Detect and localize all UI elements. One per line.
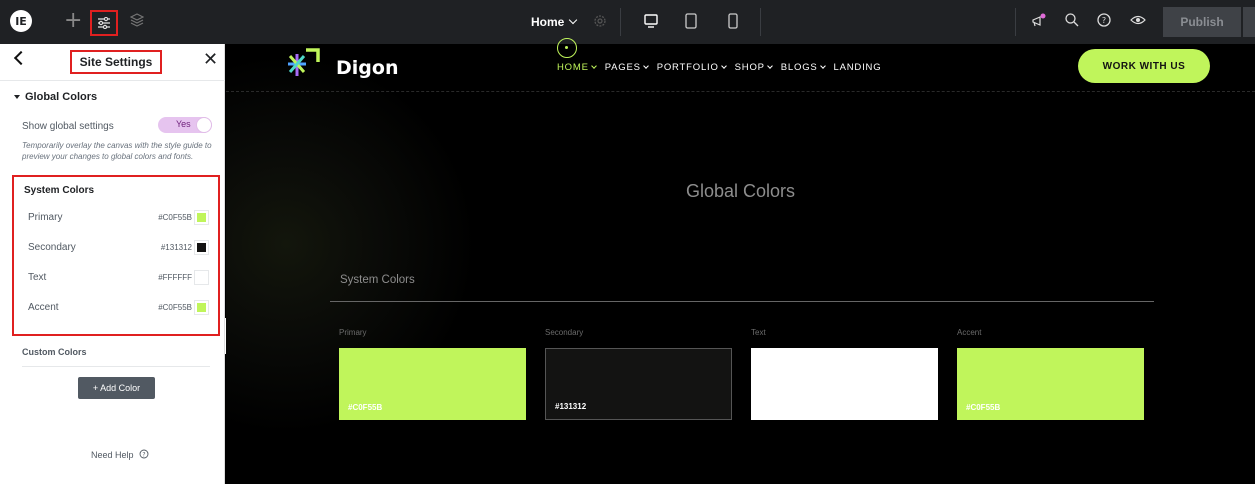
- swatch-block: #131312: [545, 348, 732, 420]
- desktop-device-icon[interactable]: [643, 13, 659, 34]
- site-brand-name[interactable]: Digon: [336, 57, 398, 79]
- svg-text:?: ?: [1102, 16, 1106, 25]
- system-colors-group: System Colors Primary #C0F55B Secondary …: [12, 175, 220, 336]
- panel-title: Site Settings: [70, 50, 162, 74]
- active-nav-indicator-icon: [557, 38, 577, 58]
- show-global-settings-label: Show global settings: [22, 121, 114, 132]
- site-logo-icon[interactable]: [284, 44, 324, 89]
- chevron-down-icon: [642, 63, 649, 69]
- nav-item-blogs[interactable]: BLOGS: [781, 62, 826, 73]
- nav-item-portfolio[interactable]: PORTFOLIO: [657, 62, 727, 73]
- notifications-megaphone-icon[interactable]: [1030, 12, 1048, 35]
- divider: [330, 301, 1154, 302]
- help-icon[interactable]: ?: [1096, 12, 1112, 33]
- site-settings-button[interactable]: [90, 10, 118, 36]
- chevron-down-icon: [766, 63, 773, 69]
- publish-button[interactable]: Publish: [1163, 7, 1241, 37]
- divider: [620, 8, 621, 36]
- site-nav: HOME PAGES PORTFOLIO SHOP BLOGS LANDING: [557, 62, 881, 73]
- color-swatch[interactable]: [194, 240, 209, 255]
- divider: [760, 8, 761, 36]
- chevron-down-icon: [720, 63, 727, 69]
- tablet-device-icon[interactable]: [684, 13, 698, 34]
- swatch-text: Text: [751, 328, 938, 420]
- toggle-knob: [196, 117, 212, 133]
- add-color-button[interactable]: + Add Color: [78, 377, 155, 399]
- help-description: Temporarily overlay the canvas with the …: [22, 141, 212, 161]
- page-settings-gear-icon[interactable]: [592, 13, 608, 34]
- page-selector[interactable]: Home: [531, 15, 578, 29]
- color-swatch[interactable]: [194, 210, 209, 225]
- chevron-down-icon: [569, 15, 578, 25]
- nav-item-landing[interactable]: LANDING: [834, 62, 882, 73]
- custom-colors-title: Custom Colors: [22, 347, 87, 357]
- swatch-secondary: Secondary #131312: [545, 328, 732, 420]
- global-colors-heading: Global Colors: [685, 181, 796, 201]
- color-row-secondary[interactable]: Secondary #131312: [14, 238, 218, 258]
- swatch-block: #C0F55B: [957, 348, 1144, 420]
- publish-options-button[interactable]: [1243, 7, 1255, 37]
- structure-icon[interactable]: [129, 13, 145, 32]
- swatch-accent: Accent #C0F55B: [957, 328, 1144, 420]
- system-colors-title: System Colors: [24, 185, 95, 196]
- divider: [1015, 8, 1016, 36]
- divider: [0, 80, 225, 81]
- svg-text:?: ?: [142, 451, 145, 458]
- color-swatch[interactable]: [194, 300, 209, 315]
- swatch-block: [751, 348, 938, 420]
- swatch-block: #C0F55B: [339, 348, 526, 420]
- work-with-us-button[interactable]: WORK WITH US: [1078, 49, 1210, 83]
- editor-topbar: IE + Home ? Publish: [0, 0, 1255, 44]
- add-element-icon[interactable]: +: [64, 9, 82, 33]
- swatch-primary: Primary #C0F55B: [339, 328, 526, 420]
- search-icon[interactable]: [1064, 12, 1080, 33]
- nav-item-pages[interactable]: PAGES: [605, 62, 649, 73]
- close-icon[interactable]: ✕: [203, 50, 218, 70]
- chevron-down-icon: [819, 63, 826, 69]
- chevron-down-icon: [590, 63, 597, 69]
- sliders-icon: [98, 17, 110, 29]
- elementor-logo-icon[interactable]: IE: [10, 10, 32, 32]
- preview-eye-icon[interactable]: [1130, 12, 1146, 33]
- divider: [22, 366, 210, 367]
- system-colors-heading: System Colors: [340, 274, 415, 286]
- color-row-primary[interactable]: Primary #C0F55B: [14, 208, 218, 228]
- color-swatch[interactable]: [194, 270, 209, 285]
- help-circle-icon: ?: [139, 449, 149, 459]
- color-row-text[interactable]: Text #FFFFFF: [14, 268, 218, 288]
- nav-item-shop[interactable]: SHOP: [735, 62, 773, 73]
- color-row-accent[interactable]: Accent #C0F55B: [14, 298, 218, 318]
- preview-canvas: Digon HOME PAGES PORTFOLIO SHOP BLOGS LA…: [226, 38, 1255, 484]
- header-divider: [226, 91, 1255, 92]
- mobile-device-icon[interactable]: [727, 13, 739, 34]
- global-colors-section-toggle[interactable]: Global Colors: [14, 91, 97, 103]
- caret-down-icon: [14, 95, 20, 99]
- back-arrow-icon[interactable]: [13, 50, 29, 66]
- nav-item-home[interactable]: HOME: [557, 62, 597, 73]
- show-global-settings-toggle[interactable]: Yes: [158, 117, 212, 133]
- site-settings-panel: Site Settings ✕ Global Colors Show globa…: [0, 44, 225, 484]
- need-help-link[interactable]: Need Help ?: [91, 449, 149, 460]
